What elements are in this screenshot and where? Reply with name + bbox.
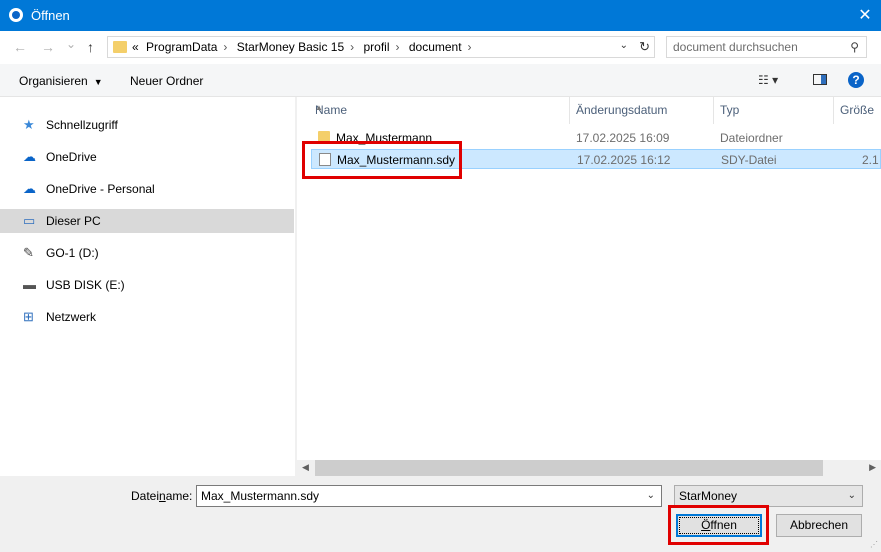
network-icon: ⊞ xyxy=(23,309,34,324)
organize-label: Organisieren xyxy=(19,74,88,88)
file-name: Max_Mustermann.sdy xyxy=(337,153,456,167)
file-type: SDY-Datei xyxy=(721,153,777,167)
sidebar-item-schnellzugriff[interactable]: ★ Schnellzugriff xyxy=(0,113,294,137)
breadcrumb-starmoney[interactable]: StarMoney Basic 15 xyxy=(237,40,344,54)
breadcrumb-profil[interactable]: profil xyxy=(363,40,389,54)
column-label: Änderungsdatum xyxy=(576,103,668,117)
sidebar-item-label: USB DISK (E:) xyxy=(46,278,125,292)
view-options-icon[interactable]: ☷ ▾ xyxy=(758,73,778,87)
new-folder-button[interactable]: Neuer Ordner xyxy=(130,74,203,88)
filename-label-accesskey: n xyxy=(159,489,166,503)
dialog-footer: Dateiname: Max_Mustermann.sdy ⌄ StarMone… xyxy=(0,476,881,552)
sidebar-item-onedrive-personal[interactable]: ☁ OneDrive - Personal xyxy=(0,177,294,201)
refresh-icon[interactable]: ↻ xyxy=(639,39,650,55)
search-icon[interactable]: ⚲ xyxy=(850,40,859,54)
file-type: Dateiordner xyxy=(720,131,783,145)
sort-ascending-icon: ▲ xyxy=(315,103,323,112)
breadcrumb-overflow[interactable]: « xyxy=(132,40,139,54)
back-arrow-icon[interactable]: ← xyxy=(13,39,27,55)
sidebar-item-label: Netzwerk xyxy=(46,310,97,324)
cloud-icon: ☁ xyxy=(23,149,36,164)
command-bar: Organisieren ▼ Neuer Ordner ☷ ▾ ? xyxy=(0,64,881,97)
close-icon[interactable]: ✕ xyxy=(849,0,881,31)
column-header-type[interactable]: Typ xyxy=(714,97,834,124)
title-bar: Öffnen ✕ xyxy=(0,0,881,31)
cloud-icon: ☁ xyxy=(23,181,36,196)
file-name: Max_Mustermann xyxy=(336,131,433,145)
sidebar-item-label: OneDrive xyxy=(46,150,97,164)
chevron-right-icon[interactable]: › xyxy=(468,40,472,54)
column-label: Typ xyxy=(720,103,740,117)
table-row[interactable]: Max_Mustermann.sdy 17.02.2025 16:12 SDY-… xyxy=(311,149,881,169)
recent-locations-chevron-icon[interactable]: ⌄ xyxy=(66,37,76,51)
preview-pane-icon[interactable] xyxy=(813,74,827,85)
address-dropdown-icon[interactable]: ⌄ xyxy=(620,40,628,51)
column-header-size[interactable]: Größe xyxy=(834,97,881,124)
search-placeholder: document durchsuchen xyxy=(673,40,798,54)
filename-value: Max_Mustermann.sdy xyxy=(201,489,320,503)
breadcrumb-document[interactable]: document xyxy=(409,40,462,54)
chevron-down-icon[interactable]: ⌄ xyxy=(647,490,655,501)
forward-arrow-icon[interactable]: → xyxy=(41,39,55,55)
sidebar-item-onedrive[interactable]: ☁ OneDrive xyxy=(0,145,294,169)
address-bar[interactable]: « ProgramData › StarMoney Basic 15 › profi… xyxy=(107,36,655,58)
sidebar-item-usb-disk[interactable]: ▬ USB DISK (E:) xyxy=(0,273,294,297)
sidebar-item-dieser-pc[interactable]: ▭ Dieser PC xyxy=(0,209,294,233)
filetype-value: StarMoney xyxy=(679,489,738,503)
document-icon xyxy=(319,153,331,166)
up-arrow-icon[interactable]: ↑ xyxy=(87,39,94,55)
sidebar-item-go1-drive[interactable]: ✎ GO-1 (D:) xyxy=(0,241,294,265)
file-size: 2.1 xyxy=(862,153,879,167)
star-icon: ★ xyxy=(23,117,35,132)
chevron-down-icon[interactable]: ⌄ xyxy=(848,490,856,501)
window-title: Öffnen xyxy=(31,8,70,23)
file-list: Name ▲ Änderungsdatum Typ Größe Max_Must… xyxy=(297,97,881,476)
column-label: Größe xyxy=(840,103,875,117)
file-date: 17.02.2025 16:09 xyxy=(576,131,670,145)
chevron-right-icon[interactable]: › xyxy=(396,40,400,54)
column-header-name[interactable]: Name ▲ xyxy=(309,97,570,124)
organize-button[interactable]: Organisieren ▼ xyxy=(19,74,103,88)
sidebar-item-label: Dieser PC xyxy=(46,214,101,228)
scrollbar-thumb[interactable] xyxy=(315,460,823,476)
caret-down-icon: ▼ xyxy=(93,77,103,87)
open-button-label: Öffnen xyxy=(679,517,759,534)
open-button[interactable]: Öffnen xyxy=(676,514,762,537)
file-date: 17.02.2025 16:12 xyxy=(577,153,671,167)
folder-icon xyxy=(318,131,330,144)
sidebar-item-label: GO-1 (D:) xyxy=(46,246,99,260)
navigation-pane: ★ Schnellzugriff ☁ OneDrive ☁ OneDrive -… xyxy=(0,97,295,476)
chevron-right-icon[interactable]: › xyxy=(350,40,354,54)
filename-label: Dateiname: xyxy=(131,489,192,503)
scroll-left-icon[interactable]: ◀ xyxy=(302,462,309,473)
sidebar-item-label: OneDrive - Personal xyxy=(46,182,155,196)
folder-icon xyxy=(113,41,127,53)
filetype-select[interactable]: StarMoney ⌄ xyxy=(674,485,863,507)
cancel-button[interactable]: Abbrechen xyxy=(776,514,862,537)
sidebar-item-netzwerk[interactable]: ⊞ Netzwerk xyxy=(0,305,294,329)
open-label-part: ffnen xyxy=(710,518,737,532)
search-input[interactable]: document durchsuchen ⚲ xyxy=(666,36,867,58)
resize-grip-icon[interactable]: ⋰ xyxy=(870,540,878,549)
scroll-right-icon[interactable]: ▶ xyxy=(869,462,876,473)
sidebar-item-label: Schnellzugriff xyxy=(46,118,118,132)
drive-icon: ▬ xyxy=(23,277,36,292)
help-icon[interactable]: ? xyxy=(848,72,864,88)
filename-label-part: ame: xyxy=(165,489,193,503)
table-row[interactable]: Max_Mustermann 17.02.2025 16:09 Dateiord… xyxy=(311,128,881,148)
computer-icon: ▭ xyxy=(23,213,36,228)
column-header-date[interactable]: Änderungsdatum xyxy=(570,97,714,124)
filename-label-part: Datei xyxy=(131,489,160,503)
filename-field[interactable]: Max_Mustermann.sdy ⌄ xyxy=(196,485,662,507)
breadcrumb: « ProgramData › StarMoney Basic 15 › profi… xyxy=(132,40,478,54)
horizontal-scrollbar[interactable]: ◀ ▶ xyxy=(297,460,881,476)
usb-drive-icon: ✎ xyxy=(23,245,34,260)
chevron-right-icon[interactable]: › xyxy=(223,40,227,54)
app-icon xyxy=(9,8,23,22)
breadcrumb-programdata[interactable]: ProgramData xyxy=(146,40,217,54)
